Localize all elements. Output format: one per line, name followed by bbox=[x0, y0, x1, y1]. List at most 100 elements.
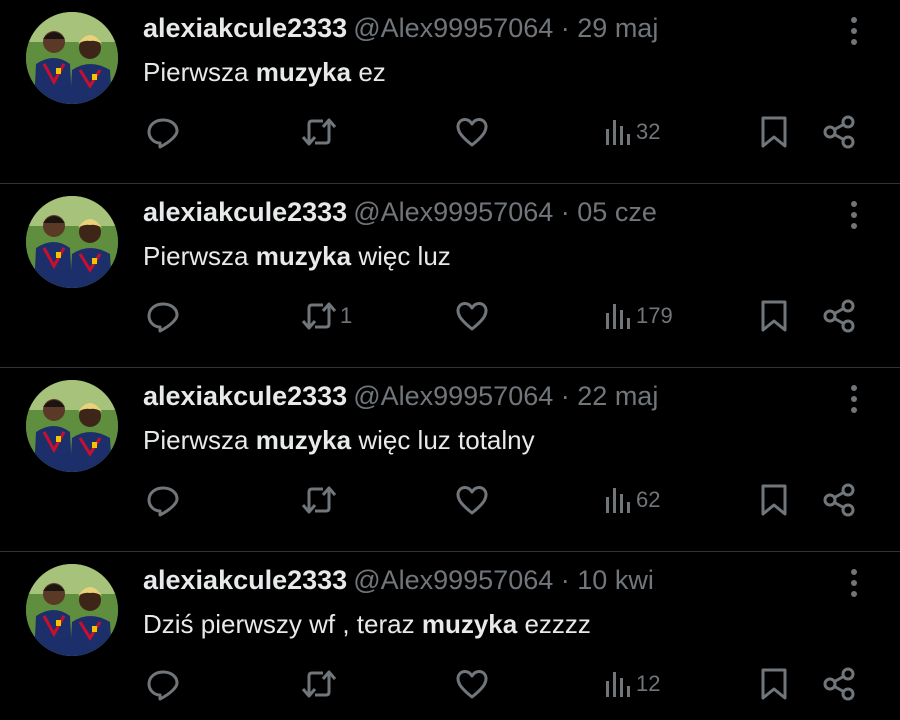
tweet-text: Pierwsza muzyka ez bbox=[143, 55, 386, 89]
reply-icon bbox=[146, 667, 180, 701]
tweet-text-before: Pierwsza bbox=[143, 241, 256, 271]
tweet[interactable]: alexiakcule2333 @Alex99957064 · 10 kwi Dz… bbox=[0, 552, 900, 720]
bookmark-icon bbox=[759, 483, 789, 517]
share-icon bbox=[822, 483, 856, 517]
more-vertical-icon[interactable] bbox=[838, 566, 870, 600]
tweet-text-after: więc luz totalny bbox=[351, 425, 535, 455]
avatar[interactable] bbox=[26, 12, 118, 104]
heart-icon bbox=[455, 116, 489, 148]
retweet-button[interactable] bbox=[300, 114, 340, 150]
share-button[interactable] bbox=[822, 666, 856, 702]
tweet-text: Dziś pierwszy wf , teraz muzyka ezzzz bbox=[143, 607, 591, 641]
retweet-icon bbox=[300, 667, 338, 701]
share-icon bbox=[822, 115, 856, 149]
tweet-date[interactable]: 10 kwi bbox=[577, 565, 654, 595]
views-chart-icon bbox=[604, 669, 634, 699]
tweet-header: alexiakcule2333 @Alex99957064 · 10 kwi bbox=[143, 563, 654, 597]
views-chart-icon bbox=[604, 301, 634, 331]
share-icon bbox=[822, 299, 856, 333]
tweet-text-highlight: muzyka bbox=[255, 241, 352, 271]
heart-icon bbox=[455, 668, 489, 700]
bookmark-button[interactable] bbox=[759, 482, 789, 518]
share-button[interactable] bbox=[822, 114, 856, 150]
like-button[interactable] bbox=[455, 666, 489, 702]
user-handle[interactable]: @Alex99957064 bbox=[353, 565, 553, 595]
tweet[interactable]: alexiakcule2333 @Alex99957064 · 22 maj Pi… bbox=[0, 368, 900, 552]
separator-dot: · bbox=[560, 13, 570, 43]
views-button[interactable]: 179 bbox=[604, 298, 673, 334]
tweet-text-highlight: muzyka bbox=[421, 609, 518, 639]
like-button[interactable] bbox=[455, 114, 489, 150]
reply-button[interactable] bbox=[146, 114, 180, 150]
like-button[interactable] bbox=[455, 482, 489, 518]
share-icon bbox=[822, 667, 856, 701]
tweet-text-before: Dziś pierwszy wf , teraz bbox=[143, 609, 422, 639]
tweet-text-highlight: muzyka bbox=[255, 425, 352, 455]
user-handle[interactable]: @Alex99957064 bbox=[353, 197, 553, 227]
user-name[interactable]: alexiakcule2333 bbox=[143, 197, 347, 227]
separator-dot: · bbox=[560, 381, 570, 411]
retweet-count: 1 bbox=[340, 303, 353, 328]
heart-icon bbox=[455, 484, 489, 516]
reply-button[interactable] bbox=[146, 666, 180, 702]
avatar[interactable] bbox=[26, 564, 118, 656]
tweet-text-after: więc luz bbox=[351, 241, 451, 271]
views-button[interactable]: 62 bbox=[604, 482, 660, 518]
user-handle[interactable]: @Alex99957064 bbox=[353, 13, 553, 43]
tweet[interactable]: alexiakcule2333 @Alex99957064 · 29 maj Pi… bbox=[0, 0, 900, 184]
share-button[interactable] bbox=[822, 482, 856, 518]
user-name[interactable]: alexiakcule2333 bbox=[143, 13, 347, 43]
retweet-icon bbox=[300, 483, 338, 517]
bookmark-button[interactable] bbox=[759, 114, 789, 150]
views-button[interactable]: 12 bbox=[604, 666, 660, 702]
views-count: 62 bbox=[636, 487, 661, 512]
reply-button[interactable] bbox=[146, 298, 180, 334]
heart-icon bbox=[455, 300, 489, 332]
share-button[interactable] bbox=[822, 298, 856, 334]
tweet-actions: 12 bbox=[0, 666, 900, 702]
tweet-text-before: Pierwsza bbox=[143, 57, 256, 87]
tweet-text-before: Pierwsza bbox=[143, 425, 256, 455]
bookmark-button[interactable] bbox=[759, 666, 789, 702]
tweet-actions: 62 bbox=[0, 482, 900, 518]
views-button[interactable]: 32 bbox=[604, 114, 660, 150]
bookmark-icon bbox=[759, 299, 789, 333]
reply-icon bbox=[146, 299, 180, 333]
tweet-text: Pierwsza muzyka więc luz bbox=[143, 239, 451, 273]
views-chart-icon bbox=[604, 485, 634, 515]
more-vertical-icon[interactable] bbox=[838, 198, 870, 232]
bookmark-button[interactable] bbox=[759, 298, 789, 334]
tweet[interactable]: alexiakcule2333 @Alex99957064 · 05 cze Pi… bbox=[0, 184, 900, 368]
reply-button[interactable] bbox=[146, 482, 180, 518]
avatar[interactable] bbox=[26, 196, 118, 288]
views-count: 179 bbox=[636, 303, 673, 328]
tweet-header: alexiakcule2333 @Alex99957064 · 29 maj bbox=[143, 11, 658, 45]
tweet-text-after: ez bbox=[351, 57, 386, 87]
retweet-button[interactable] bbox=[300, 666, 340, 702]
retweet-button[interactable] bbox=[300, 482, 340, 518]
tweet-header: alexiakcule2333 @Alex99957064 · 22 maj bbox=[143, 379, 658, 413]
retweet-button[interactable]: 1 bbox=[300, 298, 352, 334]
separator-dot: · bbox=[560, 565, 570, 595]
views-count: 32 bbox=[636, 119, 661, 144]
reply-icon bbox=[146, 115, 180, 149]
tweet-actions: 32 bbox=[0, 114, 900, 150]
avatar[interactable] bbox=[26, 380, 118, 472]
views-chart-icon bbox=[604, 117, 634, 147]
like-button[interactable] bbox=[455, 298, 489, 334]
tweet-date[interactable]: 05 cze bbox=[577, 197, 657, 227]
retweet-icon bbox=[300, 299, 338, 333]
retweet-icon bbox=[300, 115, 338, 149]
tweet-feed: alexiakcule2333 @Alex99957064 · 29 maj Pi… bbox=[0, 0, 900, 720]
user-handle[interactable]: @Alex99957064 bbox=[353, 381, 553, 411]
bookmark-icon bbox=[759, 115, 789, 149]
tweet-date[interactable]: 22 maj bbox=[577, 381, 658, 411]
reply-icon bbox=[146, 483, 180, 517]
more-vertical-icon[interactable] bbox=[838, 382, 870, 416]
tweet-date[interactable]: 29 maj bbox=[577, 13, 658, 43]
user-name[interactable]: alexiakcule2333 bbox=[143, 381, 347, 411]
tweet-header: alexiakcule2333 @Alex99957064 · 05 cze bbox=[143, 195, 657, 229]
bookmark-icon bbox=[759, 667, 789, 701]
user-name[interactable]: alexiakcule2333 bbox=[143, 565, 347, 595]
more-vertical-icon[interactable] bbox=[838, 14, 870, 48]
